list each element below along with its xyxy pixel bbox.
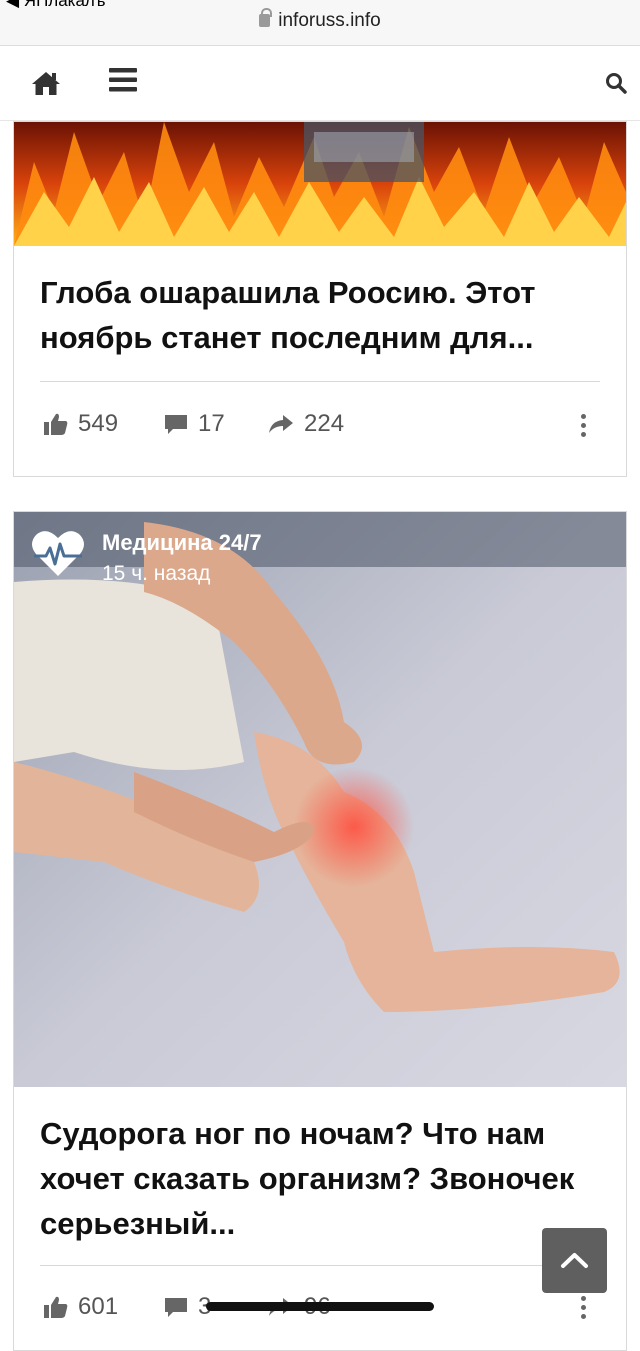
source-info[interactable]: Медицина 24/7 15 ч. назад xyxy=(102,530,262,586)
scroll-to-top-button[interactable] xyxy=(542,1228,607,1293)
likes-count: 549 xyxy=(78,410,119,437)
home-icon[interactable] xyxy=(31,70,61,101)
url-text: inforuss.info xyxy=(278,10,381,31)
article-title[interactable]: Глоба ошарашила Роосию. Этот ноябрь стан… xyxy=(40,270,600,360)
thumbs-up-icon xyxy=(44,1296,68,1318)
likes-stat[interactable]: 549 xyxy=(44,410,118,438)
more-options-icon[interactable] xyxy=(581,1296,587,1323)
comment-icon xyxy=(165,415,187,434)
thumbs-up-icon xyxy=(44,413,68,435)
lock-icon xyxy=(259,8,273,27)
browser-url-bar: ◀ ЯПлакалъ inforuss.info xyxy=(0,0,640,46)
divider xyxy=(40,1265,600,1266)
likes-stat[interactable]: 601 xyxy=(44,1293,118,1321)
comments-stat[interactable]: 17 xyxy=(164,410,225,438)
divider xyxy=(40,381,600,382)
likes-count: 601 xyxy=(78,1293,119,1320)
article-card[interactable]: Медицина 24/7 15 ч. назад Судорога ног п… xyxy=(13,511,627,1351)
comment-icon xyxy=(165,1298,187,1317)
site-navbar xyxy=(0,47,640,121)
comments-count: 17 xyxy=(198,410,225,437)
url-display[interactable]: inforuss.info xyxy=(0,8,640,32)
article-card[interactable]: Глоба ошарашила Роосию. Этот ноябрь стан… xyxy=(13,121,627,477)
comments-stat[interactable]: 3 xyxy=(164,1293,211,1321)
source-name[interactable]: Медицина 24/7 xyxy=(102,530,262,556)
shares-count: 224 xyxy=(304,410,345,437)
share-arrow-icon xyxy=(269,415,293,433)
source-time: 15 ч. назад xyxy=(102,562,211,585)
article-image[interactable] xyxy=(14,512,626,1087)
hamburger-menu-icon[interactable] xyxy=(109,68,137,97)
home-indicator xyxy=(206,1302,434,1311)
search-icon[interactable] xyxy=(605,72,627,99)
shares-stat[interactable]: 224 xyxy=(268,410,344,438)
article-image[interactable] xyxy=(14,122,626,246)
article-title[interactable]: Судорога ног по ночам? Что нам хочет ска… xyxy=(40,1111,600,1246)
chevron-up-icon xyxy=(561,1253,588,1268)
more-options-icon[interactable] xyxy=(581,414,587,441)
heart-pulse-logo-icon xyxy=(30,528,86,583)
